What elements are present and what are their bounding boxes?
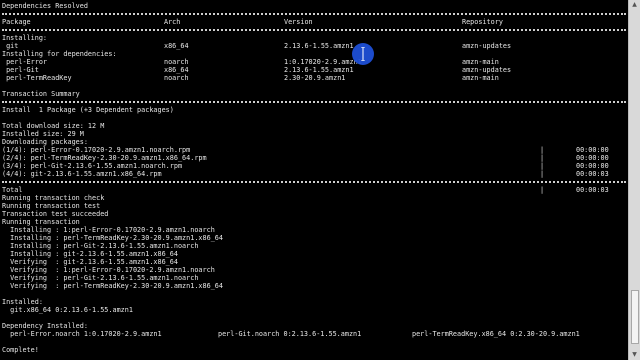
package-repository: amzn-main [462,74,499,82]
terminal-line: Installed: [2,298,43,306]
package-name: perl-Git [2,66,39,74]
total-time: 00:00:03 [576,186,609,194]
terminal-line: Installing: [2,34,48,42]
package-arch: x86_64 [164,66,189,74]
installed-package: perl-Error.noarch 1:0.17020-2.9.amzn1 [2,330,162,338]
terminal-line: Transaction Summary [2,90,80,98]
download-file: (1/4): perl-Error-0.17020-2.9.amzn1.noar… [2,146,191,154]
separator-line [2,181,626,183]
package-version: Version [284,18,313,26]
terminal-line: Dependency Installed: [2,322,88,330]
terminal-line: git.x86_64 0:2.13.6-1.55.amzn1 [2,306,133,314]
download-time: 00:00:00 [576,146,609,154]
step-text: Installing : perl-Git-2.13.6-1.55.amzn1.… [2,242,199,250]
terminal-line: Downloading packages: [2,138,88,146]
separator-line [2,13,626,15]
package-version: 2.30-20.9.amzn1 [284,74,346,82]
download-divider: | [540,146,545,154]
download-file: (2/4): perl-TermReadKey-2.30-20.9.amzn1.… [2,154,207,162]
separator-line [2,29,626,31]
download-divider: | [540,162,545,170]
vertical-scrollbar[interactable]: ▲ ▼ [628,0,640,360]
package-repository: amzn-updates [462,42,512,50]
package-arch: noarch [164,74,189,82]
terminal-line: Install 1 Package (+3 Dependent packages… [2,106,174,114]
step-text: Verifying : 1:perl-Error-0.17020-2.9.amz… [2,266,215,274]
download-file: (4/4): git-2.13.6-1.55.amzn1.x86_64.rpm [2,170,162,178]
total-label: Total [2,186,23,194]
package-arch: noarch [164,58,189,66]
installed-package: perl-Git.noarch 0:2.13.6-1.55.amzn1 [218,330,362,338]
step-text: Verifying : perl-Git-2.13.6-1.55.amzn1.n… [2,274,199,282]
package-name: perl-Error [2,58,48,66]
terminal-line: Running transaction [2,218,80,226]
step-text: Installing : 1:perl-Error-0.17020-2.9.am… [2,226,215,234]
terminal-line: Total download size: 12 M [2,122,105,130]
package-arch: x86_64 [164,42,189,50]
package-name: git [2,42,19,50]
terminal-line: Dependencies Resolved [2,2,88,10]
terminal-line: Running transaction test [2,202,101,210]
terminal-line: Installing for dependencies: [2,50,117,58]
package-repository: amzn-main [462,58,499,66]
download-time: 00:00:00 [576,154,609,162]
download-file: (3/4): perl-Git-2.13.6-1.55.amzn1.noarch… [2,162,183,170]
download-time: 00:00:00 [576,162,609,170]
step-text: Installing : git-2.13.6-1.55.amzn1.x86_6… [2,250,178,258]
package-repository: Repository [462,18,503,26]
package-repository: amzn-updates [462,66,512,74]
package-version: 1:0.17020-2.9.amzn1 [284,58,362,66]
step-text: Installing : perl-TermReadKey-2.30-20.9.… [2,234,223,242]
scroll-down-arrow-icon[interactable]: ▼ [629,350,640,360]
step-text: Verifying : perl-TermReadKey-2.30-20.9.a… [2,282,223,290]
package-version: 2.13.6-1.55.amzn1 [284,66,354,74]
step-text: Verifying : git-2.13.6-1.55.amzn1.x86_64 [2,258,178,266]
terminal-line: Transaction test succeeded [2,210,109,218]
terminal-line: Running transaction check [2,194,105,202]
installed-package: perl-TermReadKey.x86_64 0:2.30-20.9.amzn… [412,330,580,338]
package-arch: Arch [164,18,181,26]
separator-line [2,101,626,103]
download-divider: | [540,154,545,162]
download-divider: | [540,170,545,178]
scrollbar-thumb[interactable] [631,290,639,344]
terminal-output[interactable]: Dependencies Resolved Package Arch Version R… [0,0,628,360]
package-name: Package [2,18,31,26]
terminal-line: Installed size: 29 M [2,130,84,138]
download-time: 00:00:03 [576,170,609,178]
total-divider: | [540,186,545,194]
scroll-up-arrow-icon[interactable]: ▲ [629,0,640,10]
text-cursor-icon [361,47,365,61]
package-version: 2.13.6-1.55.amzn1 [284,42,354,50]
package-name: perl-TermReadKey [2,74,72,82]
terminal-line: Complete! [2,346,39,354]
